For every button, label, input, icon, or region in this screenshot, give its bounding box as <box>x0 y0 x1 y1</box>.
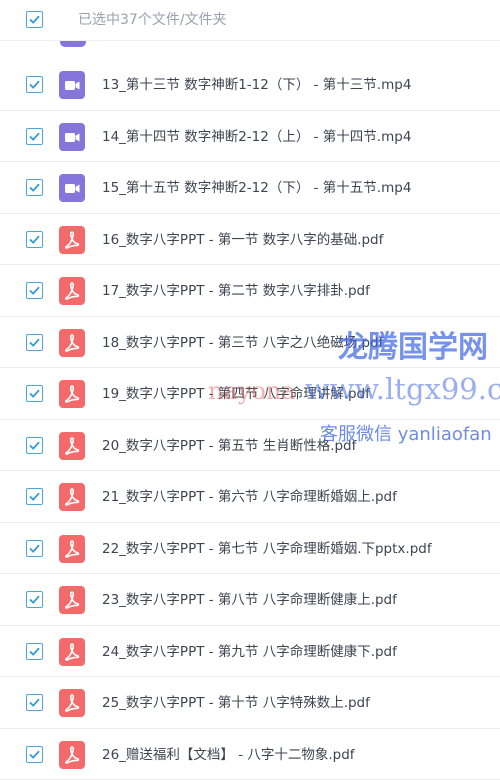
file-name[interactable]: 25_数字八字PPT - 第十节 八字特殊数上.pdf <box>102 694 370 712</box>
file-checkbox[interactable] <box>26 385 43 402</box>
file-name[interactable]: 16_数字八字PPT - 第一节 数字八字的基础.pdf <box>102 231 383 249</box>
file-checkbox[interactable] <box>26 694 43 711</box>
video-file-icon <box>59 174 85 202</box>
pdf-file-icon <box>59 483 85 511</box>
checkmark-icon <box>27 283 42 298</box>
checkmark-icon <box>27 541 42 556</box>
checkmark-icon <box>27 438 42 453</box>
watermark-site-url: www.ltgx99.co <box>305 372 500 406</box>
checkmark-icon <box>27 12 42 27</box>
checkmark-icon <box>27 592 42 607</box>
checkmark-icon <box>27 129 42 144</box>
file-name[interactable]: 15_第十五节 数字神断2-12（下） - 第十五节.mp4 <box>102 179 411 197</box>
file-name[interactable]: 22_数字八字PPT - 第七节 八字命理断婚姻.下pptx.pdf <box>102 540 432 558</box>
file-row[interactable]: 22_数字八字PPT - 第七节 八字命理断婚姻.下pptx.pdf <box>0 523 500 575</box>
selection-header: 已选中37个文件/文件夹 <box>0 0 500 41</box>
file-checkbox[interactable] <box>26 591 43 608</box>
file-checkbox[interactable] <box>26 231 43 248</box>
checkmark-icon <box>27 335 42 350</box>
checkmark-icon <box>27 747 42 762</box>
checkmark-icon <box>27 695 42 710</box>
file-row[interactable]: 21_数字八字PPT - 第六节 八字命理断婚姻上.pdf <box>0 471 500 523</box>
file-row[interactable]: 24_数字八字PPT - 第九节 八字命理断健康下.pdf <box>0 626 500 678</box>
file-row[interactable]: 14_第十四节 数字神断2-12（上） - 第十四节.mp4 <box>0 111 500 163</box>
video-file-icon <box>59 123 85 151</box>
file-checkbox[interactable] <box>26 76 43 93</box>
checkmark-icon <box>27 644 42 659</box>
checkmark-icon <box>27 180 42 195</box>
pdf-file-icon <box>59 535 85 563</box>
file-checkbox[interactable] <box>26 179 43 196</box>
file-row[interactable]: 13_第十三节 数字神断1-12（下） - 第十三节.mp4 <box>0 59 500 111</box>
pdf-file-icon <box>59 226 85 254</box>
file-checkbox[interactable] <box>26 540 43 557</box>
checkmark-icon <box>27 232 42 247</box>
select-all-checkbox[interactable] <box>26 11 43 28</box>
file-row[interactable]: 26_赠送福利【文档】 - 八字十二物象.pdf <box>0 729 500 780</box>
pdf-file-icon <box>59 741 85 769</box>
watermark-service: 客服微信 yanliaofan <box>320 420 492 446</box>
pdf-file-icon <box>59 329 85 357</box>
file-row[interactable]: 16_数字八字PPT - 第一节 数字八字的基础.pdf <box>0 214 500 266</box>
file-checkbox[interactable] <box>26 282 43 299</box>
file-name[interactable]: 17_数字八字PPT - 第二节 数字八字排卦.pdf <box>102 282 370 300</box>
file-name[interactable]: 13_第十三节 数字神断1-12（下） - 第十三节.mp4 <box>102 76 411 94</box>
video-file-icon <box>59 71 85 99</box>
file-name[interactable]: 23_数字八字PPT - 第八节 八字命理断健康上.pdf <box>102 591 397 609</box>
file-row[interactable]: 23_数字八字PPT - 第八节 八字命理断健康上.pdf <box>0 574 500 626</box>
file-name[interactable]: 20_数字八字PPT - 第五节 生肖断性格.pdf <box>102 437 356 455</box>
file-name[interactable]: 14_第十四节 数字神断2-12（上） - 第十四节.mp4 <box>102 128 411 146</box>
file-checkbox[interactable] <box>26 488 43 505</box>
file-row[interactable]: 25_数字八字PPT - 第十节 八字特殊数上.pdf <box>0 677 500 729</box>
checkmark-icon <box>27 77 42 92</box>
file-name[interactable]: 26_赠送福利【文档】 - 八字十二物象.pdf <box>102 746 355 764</box>
pdf-file-icon <box>59 638 85 666</box>
file-name[interactable]: 21_数字八字PPT - 第六节 八字命理断婚姻上.pdf <box>102 488 397 506</box>
pdf-file-icon <box>59 689 85 717</box>
pdf-file-icon <box>59 380 85 408</box>
file-checkbox[interactable] <box>26 643 43 660</box>
file-checkbox[interactable] <box>26 128 43 145</box>
watermark-brand: 龙腾国学网 <box>338 322 488 366</box>
watermark-site: nayona www.ltgx99.co <box>208 372 500 406</box>
file-name[interactable]: 24_数字八字PPT - 第九节 八字命理断健康下.pdf <box>102 643 397 661</box>
pdf-file-icon <box>59 277 85 305</box>
file-checkbox[interactable] <box>26 746 43 763</box>
checkmark-icon <box>27 386 42 401</box>
watermark-site-prefix: nayona <box>208 377 296 405</box>
pdf-file-icon <box>59 432 85 460</box>
checkmark-icon <box>27 489 42 504</box>
file-checkbox[interactable] <box>26 334 43 351</box>
pdf-file-icon <box>59 586 85 614</box>
file-row[interactable]: 15_第十五节 数字神断2-12（下） - 第十五节.mp4 <box>0 162 500 214</box>
file-row[interactable]: 17_数字八字PPT - 第二节 数字八字排卦.pdf <box>0 265 500 317</box>
selection-count-text: 已选中37个文件/文件夹 <box>78 11 227 29</box>
file-checkbox[interactable] <box>26 437 43 454</box>
